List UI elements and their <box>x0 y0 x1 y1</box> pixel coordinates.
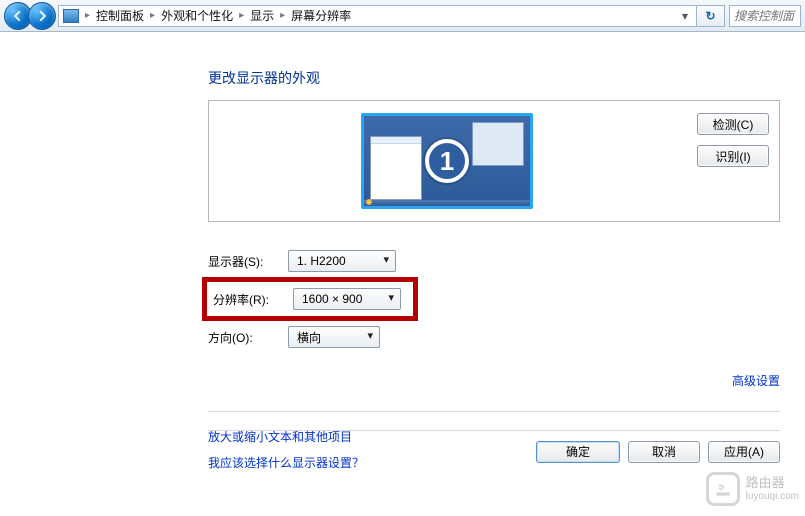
chevron-right-icon: ▸ <box>85 10 90 21</box>
preview-taskbar-icon <box>364 200 530 206</box>
identify-button[interactable]: 识别(I) <box>697 145 769 167</box>
chevron-right-icon: ▸ <box>150 10 155 21</box>
control-panel-icon <box>63 9 79 23</box>
chevron-right-icon: ▸ <box>280 10 285 21</box>
toolbar: ▸ 控制面板 ▸ 外观和个性化 ▸ 显示 ▸ 屏幕分辨率 ▾ ↻ <box>0 0 805 32</box>
breadcrumb-item[interactable]: 外观和个性化 <box>161 7 233 24</box>
orientation-label: 方向(O): <box>208 329 288 346</box>
resolution-label: 分辨率(R): <box>213 291 293 308</box>
display-select[interactable]: 1. H2200 <box>288 250 396 272</box>
breadcrumb-item[interactable]: 屏幕分辨率 <box>291 7 351 24</box>
forward-button[interactable] <box>28 2 56 30</box>
display-row: 显示器(S): 1. H2200 <box>208 242 780 280</box>
watermark-title: 路由器 <box>746 476 799 490</box>
breadcrumb-dropdown[interactable]: ▾ <box>678 9 692 23</box>
preview-window-icon <box>370 136 422 200</box>
dialog-footer: 确定 取消 应用(A) <box>208 430 780 463</box>
resolution-select[interactable]: 1600 × 900 <box>293 288 401 310</box>
preview-window-icon <box>472 122 524 166</box>
arrow-left-icon <box>11 9 25 23</box>
ok-button[interactable]: 确定 <box>536 441 620 463</box>
refresh-button[interactable]: ↻ <box>697 5 725 27</box>
resolution-value: 1600 × 900 <box>302 292 362 306</box>
orientation-value: 横向 <box>297 329 321 346</box>
breadcrumb[interactable]: ▸ 控制面板 ▸ 外观和个性化 ▸ 显示 ▸ 屏幕分辨率 ▾ <box>58 5 697 27</box>
display-label: 显示器(S): <box>208 253 288 270</box>
page-title: 更改显示器的外观 <box>208 68 805 88</box>
advanced-settings-row: 高级设置 <box>208 372 780 389</box>
refresh-icon: ↻ <box>705 9 715 23</box>
chevron-right-icon: ▸ <box>239 10 244 21</box>
display-value: 1. H2200 <box>297 254 346 268</box>
breadcrumb-item[interactable]: 控制面板 <box>96 7 144 24</box>
preview-start-icon <box>366 199 372 205</box>
watermark: 路由器 luyouqi.com <box>706 472 799 506</box>
nav-buttons <box>4 2 52 30</box>
watermark-sub: luyouqi.com <box>746 491 799 502</box>
monitor-number: 1 <box>425 139 469 183</box>
orientation-row: 方向(O): 横向 <box>208 318 780 356</box>
arrow-right-icon <box>35 9 49 23</box>
orientation-select[interactable]: 横向 <box>288 326 380 348</box>
advanced-settings-link[interactable]: 高级设置 <box>732 374 780 388</box>
detect-button[interactable]: 检测(C) <box>697 113 769 135</box>
monitor-preview[interactable]: 1 <box>361 113 533 209</box>
monitor-preview-frame: 1 检测(C) 识别(I) <box>208 100 780 222</box>
resolution-row: 分辨率(R): 1600 × 900 <box>208 280 780 318</box>
search-input[interactable] <box>729 5 801 27</box>
cancel-button[interactable]: 取消 <box>628 441 700 463</box>
breadcrumb-item[interactable]: 显示 <box>250 7 274 24</box>
router-icon <box>706 472 740 506</box>
apply-button[interactable]: 应用(A) <box>708 441 780 463</box>
content-area: 更改显示器的外观 1 检测(C) 识别(I) 显示器(S): 1. H2200 … <box>0 32 805 477</box>
resolution-highlight: 分辨率(R): 1600 × 900 <box>202 277 418 321</box>
settings-form: 显示器(S): 1. H2200 分辨率(R): 1600 × 900 方向(O… <box>208 242 780 356</box>
